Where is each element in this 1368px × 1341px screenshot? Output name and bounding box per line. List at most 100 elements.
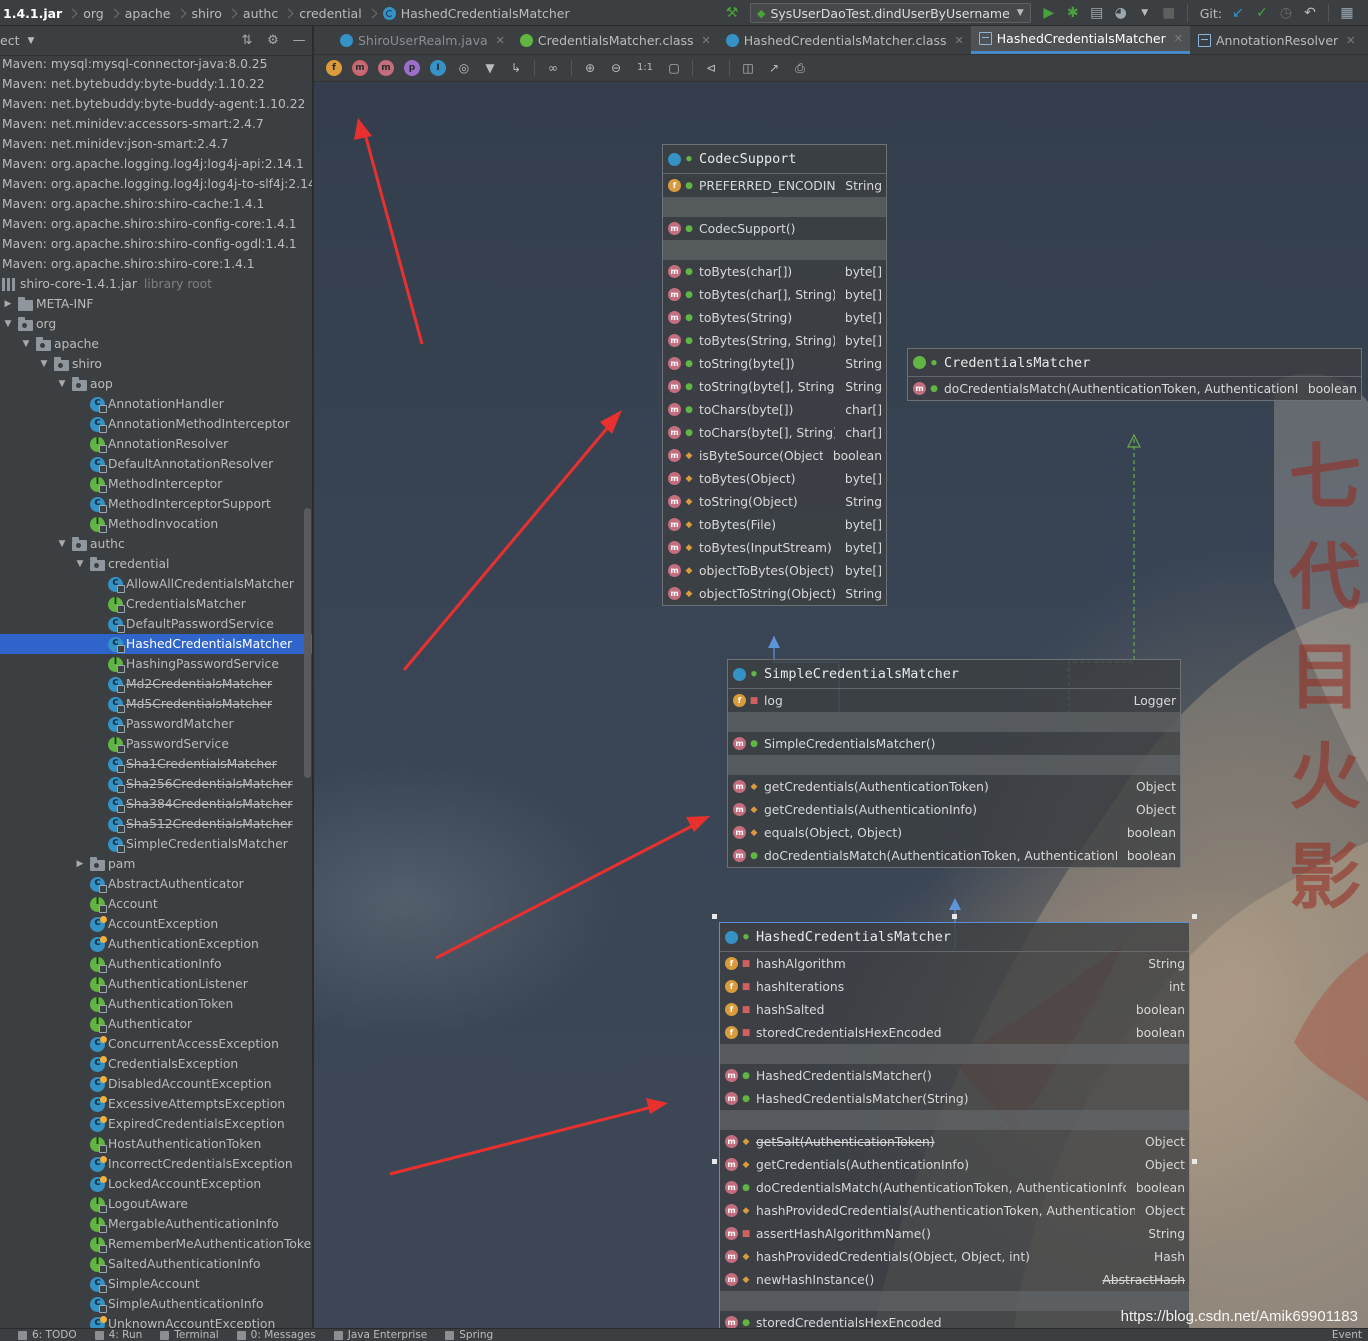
tree-item[interactable]: Maven: org.apache.logging.log4j:log4j-to…: [0, 174, 312, 194]
layout-icon[interactable]: ⊲: [703, 60, 719, 76]
close-icon[interactable]: ✕: [955, 34, 964, 47]
link-icon[interactable]: ∞: [545, 60, 561, 76]
selection-handle[interactable]: [712, 1159, 717, 1164]
tree-item[interactable]: HashedCredentialsMatcher: [0, 634, 312, 654]
close-icon[interactable]: ✕: [496, 34, 505, 47]
tree-item[interactable]: ▼ credential: [0, 554, 312, 574]
uml-member-row[interactable]: m ● toBytes(String, String) byte[]: [663, 329, 886, 352]
tree-item[interactable]: AccountException: [0, 914, 312, 934]
uml-member-row[interactable]: m ● storedCredentialsHexEncoded: [720, 1311, 1189, 1328]
tree-item[interactable]: ▶ META-INF: [0, 294, 312, 314]
editor-tab[interactable]: ShiroUserRealm.java ✕: [314, 26, 512, 54]
uml-member-row[interactable]: m ● toChars(byte[], String) char[]: [663, 421, 886, 444]
tree-item[interactable]: Maven: org.apache.shiro:shiro-cache:1.4.…: [0, 194, 312, 214]
tree-item[interactable]: Account: [0, 894, 312, 914]
tree-item[interactable]: AnnotationHandler: [0, 394, 312, 414]
uml-member-row[interactable]: f ■ log Logger: [728, 689, 1180, 712]
tree-item[interactable]: ExcessiveAttemptsException: [0, 1094, 312, 1114]
tree-item[interactable]: AnnotationMethodInterceptor: [0, 414, 312, 434]
tree-item[interactable]: ConcurrentAccessException: [0, 1034, 312, 1054]
uml-member-row[interactable]: m ● toString(byte[]) String: [663, 352, 886, 375]
editor-tab[interactable]: Metho: [1362, 26, 1368, 54]
uml-member-row[interactable]: m ◆ toBytes(Object) byte[]: [663, 467, 886, 490]
tree-item[interactable]: HostAuthenticationToken: [0, 1134, 312, 1154]
tree-item[interactable]: Maven: net.minidev:json-smart:2.4.7: [0, 134, 312, 154]
show-methods-icon[interactable]: m: [378, 60, 394, 76]
uml-member-row[interactable]: f ● PREFERRED_ENCODING String: [663, 174, 886, 197]
uml-member-row[interactable]: m ◆ getCredentials(AuthenticationInfo) Obje…: [728, 798, 1180, 821]
tree-item[interactable]: ▼ aop: [0, 374, 312, 394]
gear-icon[interactable]: ⚙: [260, 33, 286, 48]
uml-member-row[interactable]: m ◆ objectToString(Object) String: [663, 582, 886, 605]
tree-item[interactable]: shiro-core-1.4.1.jar library root: [0, 274, 312, 294]
tree-item[interactable]: Maven: net.bytebuddy:byte-buddy:1.10.22: [0, 74, 312, 94]
tree-item[interactable]: MethodInterceptorSupport: [0, 494, 312, 514]
zoom-in-icon[interactable]: ⊕: [582, 60, 598, 76]
filter-icon[interactable]: ▼: [482, 60, 498, 76]
editor-tab[interactable]: HashedCredentialsMatcher.class ✕: [718, 26, 971, 54]
expand-arrow-icon[interactable]: ▼: [74, 558, 86, 570]
tree-item[interactable]: Maven: mysql:mysql-connector-java:8.0.25: [0, 54, 312, 74]
tool-window-button[interactable]: Java Enterprise: [333, 1329, 427, 1341]
profile-icon[interactable]: ◕: [1112, 4, 1130, 22]
uml-member-row[interactable]: m ◆ hashProvidedCredentials(Authentication…: [720, 1199, 1189, 1222]
uml-member-row[interactable]: m ◆ toBytes(InputStream) byte[]: [663, 536, 886, 559]
tree-item[interactable]: PasswordMatcher: [0, 714, 312, 734]
coverage-icon[interactable]: ▤: [1088, 4, 1106, 22]
show-dependencies-eye-icon[interactable]: ◎: [456, 60, 472, 76]
tool-window-button[interactable]: Terminal: [160, 1329, 219, 1341]
tree-item[interactable]: Sha1CredentialsMatcher: [0, 754, 312, 774]
uml-member-row[interactable]: m ● toBytes(char[]) byte[]: [663, 260, 886, 283]
event-log-button[interactable]: Event: [1332, 1329, 1362, 1341]
uml-member-row[interactable]: m ● CodecSupport(): [663, 217, 886, 240]
print-icon[interactable]: ⎙: [792, 60, 808, 76]
tree-item[interactable]: MergableAuthenticationInfo: [0, 1214, 312, 1234]
tool-window-button[interactable]: 0: Messages: [236, 1329, 316, 1341]
breadcrumb-item[interactable]: HashedCredentialsMatcher: [380, 0, 574, 26]
run-icon[interactable]: ▶: [1040, 4, 1058, 22]
debug-icon[interactable]: ✱: [1064, 4, 1082, 22]
tree-item[interactable]: ExpiredCredentialsException: [0, 1114, 312, 1134]
uml-member-row[interactable]: f ■ hashAlgorithm String: [720, 952, 1189, 975]
show-constructors-icon[interactable]: m: [352, 60, 368, 76]
project-structure-icon[interactable]: ▦: [1338, 4, 1356, 22]
actual-size-button[interactable]: 1:1: [634, 60, 656, 76]
tree-item[interactable]: Maven: org.apache.shiro:shiro-core:1.4.1: [0, 254, 312, 274]
edge-routing-icon[interactable]: ↳: [508, 60, 524, 76]
tree-item[interactable]: Maven: org.apache.shiro:shiro-config-ogd…: [0, 234, 312, 254]
selection-handle[interactable]: [952, 914, 957, 919]
tree-item[interactable]: DisabledAccountException: [0, 1074, 312, 1094]
uml-member-row[interactable]: m ● toBytes(char[], String) byte[]: [663, 283, 886, 306]
zoom-out-icon[interactable]: ⊖: [608, 60, 624, 76]
uml-member-row[interactable]: m ● toString(byte[], String) String: [663, 375, 886, 398]
selection-handle[interactable]: [1192, 914, 1197, 919]
tree-item[interactable]: DefaultAnnotationResolver: [0, 454, 312, 474]
uml-member-row[interactable]: f ■ hashSalted boolean: [720, 998, 1189, 1021]
tree-item[interactable]: ▼ org: [0, 314, 312, 334]
tree-item[interactable]: AnnotationResolver: [0, 434, 312, 454]
uml-member-row[interactable]: m ◆ toString(Object) String: [663, 490, 886, 513]
show-inner-classes-icon[interactable]: I: [430, 60, 446, 76]
breadcrumb-item[interactable]: apache: [122, 0, 189, 26]
tree-item[interactable]: LogoutAware: [0, 1194, 312, 1214]
fit-content-icon[interactable]: ▢: [666, 60, 682, 76]
tree-item[interactable]: Sha384CredentialsMatcher: [0, 794, 312, 814]
uml-member-row[interactable]: m ● toBytes(String) byte[]: [663, 306, 886, 329]
collapse-arrow-icon[interactable]: ▶: [2, 298, 14, 310]
tree-item[interactable]: IncorrectCredentialsException: [0, 1154, 312, 1174]
uml-member-row[interactable]: m ◆ newHashInstance() AbstractHash: [720, 1268, 1189, 1291]
tool-window-button[interactable]: 6: TODO: [18, 1329, 77, 1341]
uml-member-row[interactable]: m ◆ getCredentials(AuthenticationInfo) Obje…: [720, 1153, 1189, 1176]
tree-item[interactable]: CredentialsMatcher: [0, 594, 312, 614]
tree-item[interactable]: SaltedAuthenticationInfo: [0, 1254, 312, 1274]
collapse-all-icon[interactable]: ⇅: [234, 33, 260, 48]
export-icon[interactable]: ↗: [766, 60, 782, 76]
tree-item[interactable]: DefaultPasswordService: [0, 614, 312, 634]
tree-item[interactable]: AuthenticationInfo: [0, 954, 312, 974]
uml-member-row[interactable]: f ■ storedCredentialsHexEncoded boolean: [720, 1021, 1189, 1044]
tree-item[interactable]: AuthenticationListener: [0, 974, 312, 994]
uml-member-row[interactable]: m ◆ isByteSource(Object) boolean: [663, 444, 886, 467]
expand-arrow-icon[interactable]: ▼: [56, 378, 68, 390]
tree-item[interactable]: CredentialsException: [0, 1054, 312, 1074]
expand-arrow-icon[interactable]: ▼: [56, 538, 68, 550]
